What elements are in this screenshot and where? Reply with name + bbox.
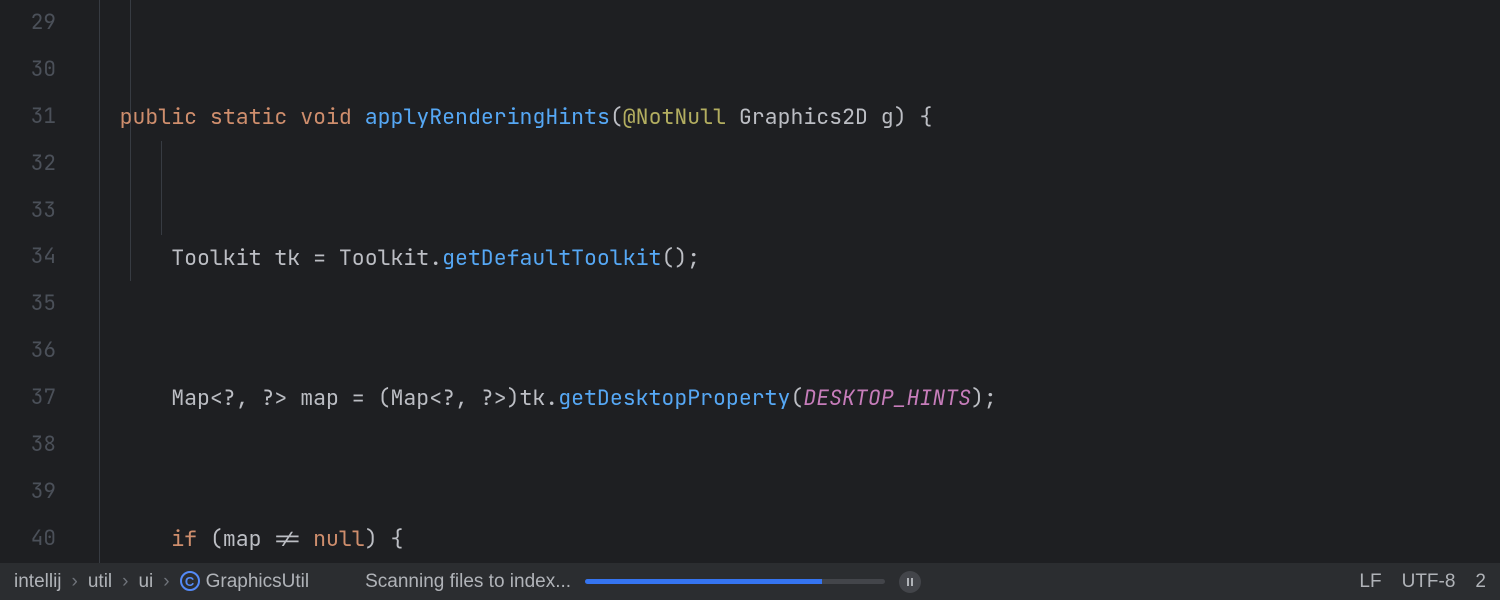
breadcrumb: intellij › util › ui › CGraphicsUtil	[14, 571, 309, 593]
code-line[interactable]: if (map != null) {	[68, 516, 1500, 563]
code-line[interactable]: Map<?, ?> map = (Map<?, ?>)tk.getDesktop…	[68, 375, 1500, 422]
pause-icon	[907, 578, 913, 586]
chevron-right-icon: ›	[163, 571, 169, 593]
code-line[interactable]: Toolkit tk = Toolkit.getDefaultToolkit()…	[68, 235, 1500, 282]
chevron-right-icon: ›	[122, 571, 128, 593]
code-line[interactable]: public static void applyRenderingHints(@…	[68, 94, 1500, 141]
editor-area[interactable]: 29 30 31 32 33 34 35 36 37 38 39 40 publ…	[0, 0, 1500, 563]
status-right: LF UTF-8 2	[1359, 571, 1486, 593]
breadcrumb-item[interactable]: intellij	[14, 571, 62, 593]
indexing-status[interactable]: Scanning files to index...	[365, 571, 571, 593]
line-number[interactable]: 31	[0, 94, 56, 141]
status-trailing[interactable]: 2	[1475, 571, 1486, 593]
line-number[interactable]: 32	[0, 141, 56, 188]
status-bar: intellij › util › ui › CGraphicsUtil Sca…	[0, 563, 1500, 600]
code-content[interactable]: public static void applyRenderingHints(@…	[68, 0, 1500, 563]
breadcrumb-item-class[interactable]: CGraphicsUtil	[180, 571, 309, 593]
line-number[interactable]: 34	[0, 234, 56, 281]
line-number[interactable]: 37	[0, 375, 56, 422]
line-number[interactable]: 29	[0, 0, 56, 47]
chevron-right-icon: ›	[72, 571, 78, 593]
line-number[interactable]: 38	[0, 422, 56, 469]
file-encoding[interactable]: UTF-8	[1402, 571, 1456, 593]
line-number[interactable]: 36	[0, 328, 56, 375]
line-gutter: 29 30 31 32 33 34 35 36 37 38 39 40	[0, 0, 68, 563]
pause-button[interactable]	[899, 571, 921, 593]
indexing-progress[interactable]	[585, 579, 885, 584]
line-number[interactable]: 40	[0, 516, 56, 563]
class-icon: C	[180, 571, 200, 591]
line-number[interactable]: 30	[0, 47, 56, 94]
line-separator[interactable]: LF	[1359, 571, 1381, 593]
breadcrumb-item[interactable]: util	[88, 571, 112, 593]
line-number[interactable]: 35	[0, 281, 56, 328]
breadcrumb-item[interactable]: ui	[138, 571, 153, 593]
progress-fill	[585, 579, 822, 584]
code-area[interactable]: public static void applyRenderingHints(@…	[68, 0, 1500, 563]
line-number[interactable]: 39	[0, 469, 56, 516]
line-number[interactable]: 33	[0, 188, 56, 235]
